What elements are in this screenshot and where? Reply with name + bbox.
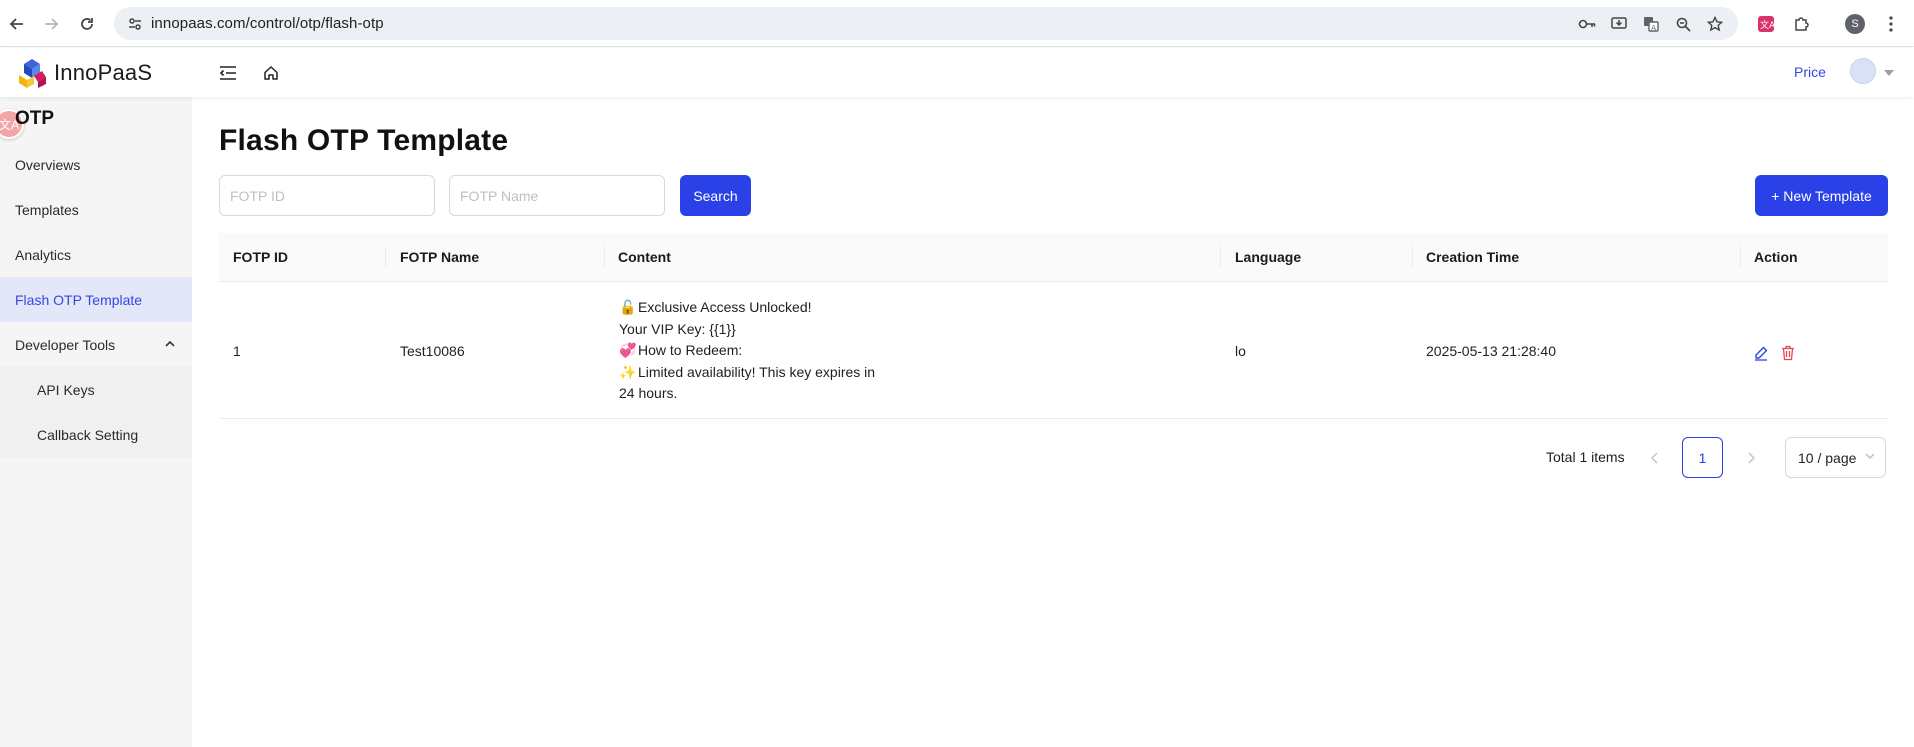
content-line: ✨ Limited availability! This key expires … <box>619 362 919 384</box>
content-line: 💞 How to Redeem: <box>619 340 919 362</box>
profile-avatar[interactable]: S <box>1845 14 1865 34</box>
hearts-icon: 💞 <box>619 342 637 359</box>
install-app-icon[interactable] <box>1610 16 1628 32</box>
translate-icon[interactable]: A <box>1642 16 1660 32</box>
extension-translate-icon[interactable]: 文A <box>1756 14 1776 34</box>
sidebar-item-overviews[interactable]: Overviews <box>0 142 192 187</box>
chevron-down-icon[interactable] <box>1884 70 1894 76</box>
delete-icon[interactable] <box>1779 344 1797 362</box>
price-link[interactable]: Price <box>1794 64 1826 80</box>
svg-text:A: A <box>1651 24 1656 32</box>
sparkles-icon: ✨ <box>619 363 637 380</box>
logo[interactable]: InnoPaaS <box>16 57 152 89</box>
app-header: InnoPaaS Price <box>0 48 1914 97</box>
sidebar-item-api-keys[interactable]: API Keys <box>0 367 192 412</box>
sidebar-section-title: OTP <box>15 108 55 129</box>
chevron-right-icon[interactable] <box>1741 446 1761 470</box>
sidebar-item-callback-setting[interactable]: Callback Setting <box>0 412 192 457</box>
fotp-name-input[interactable] <box>449 175 665 216</box>
sidebar-item-templates[interactable]: Templates <box>0 187 192 232</box>
edit-icon[interactable] <box>1752 344 1770 362</box>
cell-content: 🔓 Exclusive Access Unlocked! Your VIP Key… <box>619 297 919 405</box>
page-title: Flash OTP Template <box>219 124 509 157</box>
main-content: Flash OTP Template Search + New Template… <box>192 97 1914 747</box>
column-header: Action <box>1754 249 1798 265</box>
column-divider <box>604 246 605 268</box>
user-avatar[interactable] <box>1850 58 1876 84</box>
page-size-select[interactable]: 10 / page <box>1785 437 1886 478</box>
search-button[interactable]: Search <box>680 175 751 216</box>
column-header: Language <box>1235 249 1302 265</box>
chevron-left-icon[interactable] <box>1645 446 1665 470</box>
new-template-button[interactable]: + New Template <box>1755 175 1888 216</box>
page-size-value: 10 / page <box>1798 449 1857 466</box>
reload-icon[interactable] <box>74 11 100 37</box>
innopaas-logo-icon <box>19 59 46 88</box>
zoom-icon[interactable] <box>1674 16 1692 32</box>
cell-fotp-id: 1 <box>233 343 241 359</box>
content-line: Your VIP Key: {{1}} <box>619 320 736 337</box>
bookmark-star-icon[interactable] <box>1706 16 1724 32</box>
fotp-id-input[interactable] <box>219 175 435 216</box>
chevron-up-icon <box>165 340 175 347</box>
column-divider <box>1740 246 1741 268</box>
sidebar-item-flash-otp-template[interactable]: Flash OTP Template <box>0 277 192 322</box>
password-key-icon[interactable] <box>1578 16 1596 32</box>
column-divider <box>385 246 386 268</box>
menu-dots-icon[interactable] <box>1881 14 1901 34</box>
home-icon[interactable] <box>259 61 283 85</box>
sidebar-item-developer-tools[interactable]: Developer Tools <box>0 322 192 367</box>
cell-language: lo <box>1235 343 1246 359</box>
browser-toolbar: innopaas.com/control/otp/flash-otp A 文A … <box>0 0 1914 47</box>
pagination-total: Total 1 items <box>1546 449 1625 465</box>
extensions-puzzle-icon[interactable] <box>1792 14 1812 34</box>
lock-icon: 🔓 <box>619 299 637 315</box>
url-text[interactable]: innopaas.com/control/otp/flash-otp <box>151 15 384 32</box>
column-header: FOTP ID <box>233 249 288 265</box>
logo-text: InnoPaaS <box>54 60 153 85</box>
site-info-icon[interactable] <box>126 16 144 32</box>
content-line: 🔓 Exclusive Access Unlocked! <box>619 297 919 319</box>
column-header: Creation Time <box>1426 249 1520 265</box>
back-icon[interactable] <box>4 11 30 37</box>
cell-creation-time: 2025-05-13 21:28:40 <box>1426 343 1556 359</box>
column-divider <box>1412 246 1413 268</box>
column-divider <box>1220 246 1221 268</box>
table-row: 1 Test10086 🔓 Exclusive Access Unlocked! … <box>219 282 1888 419</box>
address-bar[interactable]: innopaas.com/control/otp/flash-otp A <box>114 7 1738 40</box>
sidebar: 文A OTP Overviews Templates Analytics Fla… <box>0 97 192 747</box>
sidebar-item-label: Developer Tools <box>15 336 116 353</box>
chevron-down-icon <box>1865 453 1875 459</box>
table-header: FOTP ID FOTP Name Content Language Creat… <box>219 233 1888 282</box>
sidebar-item-analytics[interactable]: Analytics <box>0 232 192 277</box>
column-header: Content <box>618 249 671 265</box>
svg-text:文A: 文A <box>1760 19 1775 31</box>
menu-fold-icon[interactable] <box>216 61 240 85</box>
pagination-page-1[interactable]: 1 <box>1682 437 1723 478</box>
cell-fotp-name: Test10086 <box>400 343 465 359</box>
content-line: 24 hours. <box>619 385 678 402</box>
forward-icon[interactable] <box>38 11 64 37</box>
column-header: FOTP Name <box>400 249 480 265</box>
